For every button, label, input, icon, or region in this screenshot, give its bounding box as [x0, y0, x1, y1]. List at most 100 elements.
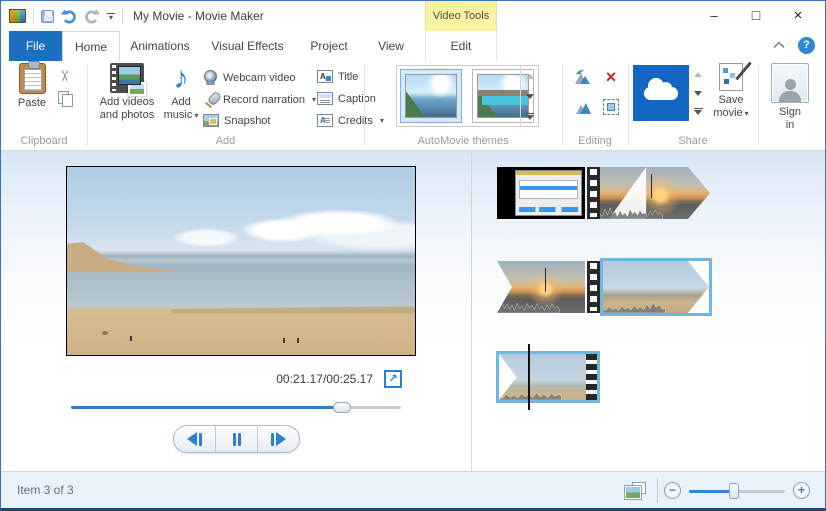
- rotate-right-button[interactable]: [572, 97, 594, 117]
- main-content: 00:21.17/00:25.17 ↗: [1, 151, 825, 471]
- audio-waveform: [603, 298, 666, 313]
- status-bar: Item 3 of 3 − +: [1, 471, 825, 508]
- storyboard-clip-2-continued[interactable]: [497, 261, 585, 313]
- close-button[interactable]: ×: [777, 1, 819, 29]
- webcam-video-button[interactable]: Webcam video: [203, 70, 296, 85]
- playback-timecode: 00:21.17/00:25.17: [181, 372, 373, 386]
- dropdown-icon: ▾: [745, 109, 749, 118]
- sign-in-button[interactable]: Signin: [766, 63, 814, 132]
- cut-icon: ✂: [56, 70, 70, 83]
- share-more-button[interactable]: [691, 102, 705, 121]
- movie-maker-window: ▾ My Movie - Movie Maker Video Tools – □…: [0, 0, 826, 511]
- record-narration-button[interactable]: Record narration ▾: [203, 92, 316, 107]
- gallery-more-button[interactable]: [521, 106, 538, 126]
- storyboard-clip-2[interactable]: [600, 167, 710, 219]
- next-frame-button[interactable]: [257, 426, 299, 452]
- credits-button[interactable]: Credits ▾: [317, 114, 384, 127]
- seek-bar-handle[interactable]: [333, 402, 351, 413]
- add-music-button[interactable]: ♪ Add music▾: [161, 63, 201, 122]
- help-button[interactable]: ?: [798, 37, 815, 54]
- previous-frame-button[interactable]: [174, 426, 215, 452]
- redo-icon[interactable]: [84, 8, 100, 24]
- scene-figure: [130, 336, 132, 341]
- tab-project[interactable]: Project: [295, 31, 363, 61]
- storyboard-clip-3-selected[interactable]: [600, 258, 712, 316]
- tab-animations[interactable]: Animations: [120, 31, 200, 61]
- undo-icon[interactable]: [61, 8, 77, 24]
- automovie-theme-default[interactable]: [400, 69, 462, 123]
- tab-edit[interactable]: Edit: [425, 31, 497, 61]
- copy-button[interactable]: [58, 91, 71, 105]
- caption-icon: [317, 92, 333, 105]
- quick-access-toolbar: ▾: [9, 1, 123, 31]
- save-movie-icon: [719, 63, 743, 91]
- tab-view[interactable]: View: [363, 31, 419, 61]
- tab-home[interactable]: Home: [62, 31, 120, 61]
- audio-waveform: [497, 298, 560, 313]
- seek-bar-fill: [71, 406, 339, 409]
- down-arrow-icon: [526, 94, 534, 99]
- minimize-button[interactable]: –: [693, 1, 735, 29]
- playhead-indicator[interactable]: [528, 344, 530, 410]
- up-arrow-icon: [526, 74, 534, 79]
- share-scroll-down[interactable]: [691, 84, 705, 103]
- scene-shoreline: [171, 306, 415, 314]
- thumbnail-size-icon[interactable]: [625, 482, 646, 499]
- remove-button[interactable]: ×: [600, 67, 622, 87]
- snapshot-button[interactable]: Snapshot: [203, 114, 270, 127]
- seek-bar[interactable]: [71, 406, 401, 409]
- caption-button[interactable]: Caption: [317, 92, 376, 105]
- preview-monitor[interactable]: [66, 166, 416, 356]
- group-separator: [87, 65, 88, 146]
- select-all-button[interactable]: [600, 97, 622, 117]
- save-icon[interactable]: [41, 10, 54, 23]
- delete-icon: ×: [606, 68, 617, 86]
- customize-toolbar-dropdown-icon[interactable]: ▾: [107, 13, 115, 20]
- separator: [122, 8, 123, 24]
- pause-button[interactable]: [215, 426, 257, 452]
- group-label-clipboard: Clipboard: [1, 135, 87, 147]
- paste-button[interactable]: Paste: [10, 63, 54, 110]
- zoom-slider[interactable]: [689, 490, 785, 493]
- gallery-scroll-down[interactable]: [521, 86, 538, 106]
- microphone-icon: [203, 92, 218, 107]
- zoom-in-button[interactable]: +: [793, 482, 810, 499]
- separator: [657, 478, 658, 503]
- add-videos-button[interactable]: Add videos and photos: [93, 63, 161, 122]
- tab-visual-effects[interactable]: Visual Effects: [200, 31, 295, 61]
- storyboard-clip-1[interactable]: [497, 167, 585, 219]
- credits-icon: [317, 114, 333, 127]
- sign-in-person-icon: [771, 63, 809, 103]
- storyboard-clip-3-continued-selected[interactable]: [496, 351, 600, 403]
- share-onedrive-button[interactable]: [633, 65, 689, 121]
- scene-sand-mounds: [102, 331, 108, 335]
- onedrive-cloud-icon: [644, 87, 678, 100]
- previous-frame-icon: [187, 432, 197, 446]
- add-videos-icon: [110, 63, 144, 93]
- app-icon[interactable]: [9, 9, 26, 23]
- share-scroll-arrows: [691, 65, 705, 121]
- audio-waveform: [600, 204, 663, 219]
- group-label-add: Add: [87, 135, 364, 147]
- title-bar: ▾ My Movie - Movie Maker Video Tools – □…: [1, 1, 825, 31]
- copy-icon: [58, 91, 71, 105]
- filmstrip-separator: [587, 167, 600, 219]
- scene-mountains: [67, 250, 415, 261]
- audio-waveform: [499, 385, 562, 400]
- share-scroll-up[interactable]: [691, 65, 705, 84]
- filmstrip-separator: [587, 261, 600, 313]
- title-button[interactable]: Title: [317, 70, 358, 83]
- save-movie-button[interactable]: Save movie▾: [709, 63, 753, 120]
- ribbon: Paste ✂ Clipboard Add videos and photos …: [1, 61, 825, 151]
- fullscreen-button[interactable]: ↗: [384, 370, 402, 388]
- gallery-scroll-up[interactable]: [521, 66, 538, 86]
- cut-button[interactable]: ✂: [57, 69, 70, 83]
- zoom-out-button[interactable]: −: [664, 482, 681, 499]
- zoom-slider-handle[interactable]: [729, 483, 739, 499]
- collapse-ribbon-icon[interactable]: [773, 41, 785, 49]
- rotate-left-button[interactable]: [572, 67, 594, 87]
- tab-file[interactable]: File: [9, 31, 62, 61]
- gallery-scroll-arrows: [520, 66, 538, 126]
- filmstrip-edge: [586, 354, 597, 400]
- maximize-button[interactable]: □: [735, 1, 777, 29]
